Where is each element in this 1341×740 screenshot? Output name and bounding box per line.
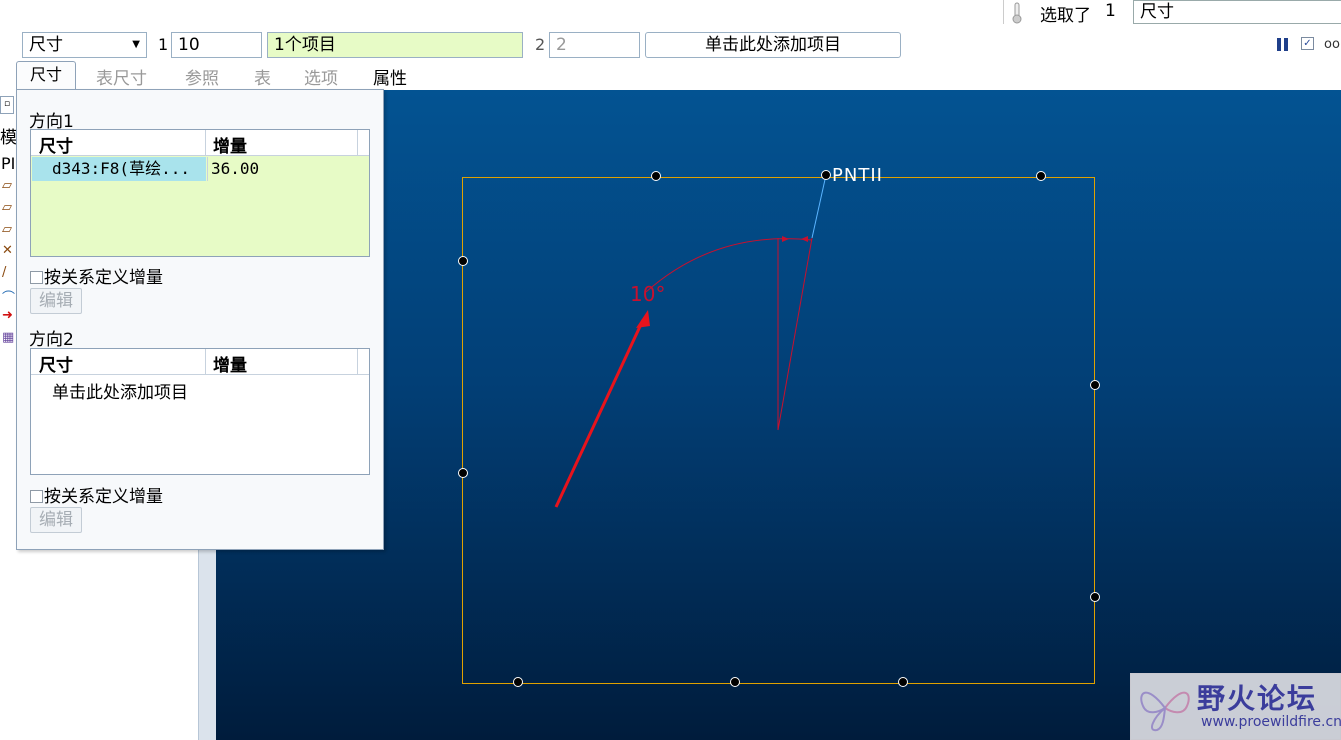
glasses-icon[interactable]: oo	[1324, 37, 1340, 52]
dimension-arrowhead	[782, 236, 789, 242]
direction1-items-collector[interactable]: 1个项目	[267, 32, 523, 58]
butterfly-logo-icon	[1140, 691, 1190, 732]
tab-dimensions[interactable]: 尺寸	[16, 61, 76, 90]
direction1-label: 1	[158, 35, 169, 54]
column-divider	[357, 130, 358, 156]
tree-tab-icon[interactable]: ▫	[0, 96, 14, 114]
graphics-window[interactable]: 10° PNTII	[216, 90, 1341, 740]
drag-handle[interactable]	[651, 171, 661, 181]
tab-properties[interactable]: 属性	[373, 64, 407, 89]
pattern-icon[interactable]: ▦	[2, 330, 14, 345]
selection-label: 选取了	[1040, 6, 1091, 26]
drag-handle[interactable]	[458, 468, 468, 478]
selection-count: 1	[1105, 1, 1116, 21]
column-dimension[interactable]: 尺寸	[39, 351, 73, 376]
sketch-canvas: 10° PNTII	[458, 165, 1100, 687]
insert-here-icon[interactable]: ➜	[2, 308, 13, 323]
add-item-row[interactable]: 单击此处添加项目	[52, 378, 188, 403]
point-reference-line	[811, 174, 827, 239]
forum-watermark: 野火论坛 www.proewildfire.cn	[1130, 673, 1341, 740]
dimensions-panel: 方向1 尺寸 增量 d343:F8(草绘... 36.00 按关系定义增量 编辑…	[16, 89, 384, 550]
direction2-title: 方向2	[29, 330, 74, 350]
column-increment[interactable]: 增量	[213, 132, 247, 157]
tree-tab-label[interactable]: 模	[0, 123, 17, 148]
direction2-count-input[interactable]: 2	[549, 32, 640, 58]
tab-references[interactable]: 参照	[185, 64, 219, 89]
tab-table-dimensions[interactable]: 表尺寸	[96, 64, 147, 89]
dimension-cell[interactable]: d343:F8(草绘...	[32, 157, 206, 181]
column-divider	[205, 349, 206, 375]
tab-table[interactable]: 表	[254, 64, 271, 89]
chevron-down-icon: ▼	[132, 39, 140, 50]
pattern-type-select[interactable]: 尺寸 ▼	[22, 32, 147, 58]
annotation-arrow-head	[636, 310, 650, 328]
pattern-type-value: 尺寸	[29, 35, 63, 55]
drag-handle[interactable]	[458, 256, 468, 266]
check-icon[interactable]: ✓	[1301, 37, 1314, 50]
column-increment[interactable]: 增量	[213, 351, 247, 376]
direction1-relation-label: 按关系定义增量	[44, 268, 163, 288]
datum-plane-icon[interactable]: ▱	[2, 200, 12, 215]
tab-options[interactable]: 选项	[304, 64, 338, 89]
direction2-edit-button[interactable]: 编辑	[30, 507, 82, 533]
dimension-arrowhead	[801, 236, 808, 242]
drag-handle[interactable]	[1036, 171, 1046, 181]
datum-plane-icon[interactable]: ▱	[2, 222, 12, 237]
direction1-count-input[interactable]: 10	[171, 32, 262, 58]
direction2-relation-label: 按关系定义增量	[44, 487, 163, 507]
direction1-edit-button[interactable]: 编辑	[30, 288, 82, 314]
angle-leg-rotated	[777, 237, 813, 431]
drag-handle[interactable]	[730, 677, 740, 687]
column-divider	[357, 349, 358, 375]
table-row[interactable]: d343:F8(草绘... 36.00	[32, 157, 359, 181]
table-header: 尺寸 增量	[31, 349, 369, 376]
watermark-url: www.proewildfire.cn	[1201, 714, 1341, 730]
angle-dimension-arc	[645, 238, 813, 293]
drag-handle[interactable]	[821, 170, 831, 180]
checkbox-box[interactable]	[30, 490, 43, 503]
column-divider	[205, 130, 206, 156]
axis-icon[interactable]: /	[2, 265, 6, 280]
angle-dimension-label[interactable]: 10°	[630, 282, 665, 306]
sketch-icon[interactable]: ⌒	[2, 287, 15, 306]
datum-plane-icon[interactable]: ▱	[2, 178, 12, 193]
annotation-arrow-shaft	[554, 319, 645, 508]
column-dimension[interactable]: 尺寸	[39, 132, 73, 157]
tab-dimensions-label: 尺寸	[29, 65, 62, 84]
watermark-title: 野火论坛	[1197, 682, 1318, 715]
direction2-relation-checkbox[interactable]: 按关系定义增量	[30, 482, 163, 507]
table-header: 尺寸 增量	[31, 130, 369, 157]
datum-point-label[interactable]: PNTII	[832, 165, 883, 186]
drag-handle[interactable]	[1090, 592, 1100, 602]
drag-handle[interactable]	[898, 677, 908, 687]
pause-icon[interactable]	[1277, 38, 1289, 51]
drag-handle[interactable]	[1090, 380, 1100, 390]
selection-filter[interactable]: 尺寸	[1133, 0, 1341, 24]
checkbox-box[interactable]	[30, 271, 43, 284]
separator	[1003, 0, 1004, 24]
csys-icon[interactable]: ✕	[2, 243, 13, 258]
tree-row-label[interactable]: PI	[1, 154, 15, 173]
direction2-add-item-button[interactable]: 单击此处添加项目	[645, 32, 901, 58]
direction2-table: 尺寸 增量 单击此处添加项目	[30, 348, 370, 475]
direction2-label: 2	[535, 35, 546, 54]
top-status-bar: 选取了 1 尺寸	[0, 0, 1341, 30]
direction1-relation-checkbox[interactable]: 按关系定义增量	[30, 263, 163, 288]
increment-cell[interactable]: 36.00	[207, 157, 359, 181]
thermometer-icon[interactable]	[1011, 2, 1023, 24]
handle-group	[458, 170, 1100, 687]
drag-handle[interactable]	[513, 677, 523, 687]
direction1-table: 尺寸 增量 d343:F8(草绘... 36.00	[30, 129, 370, 257]
